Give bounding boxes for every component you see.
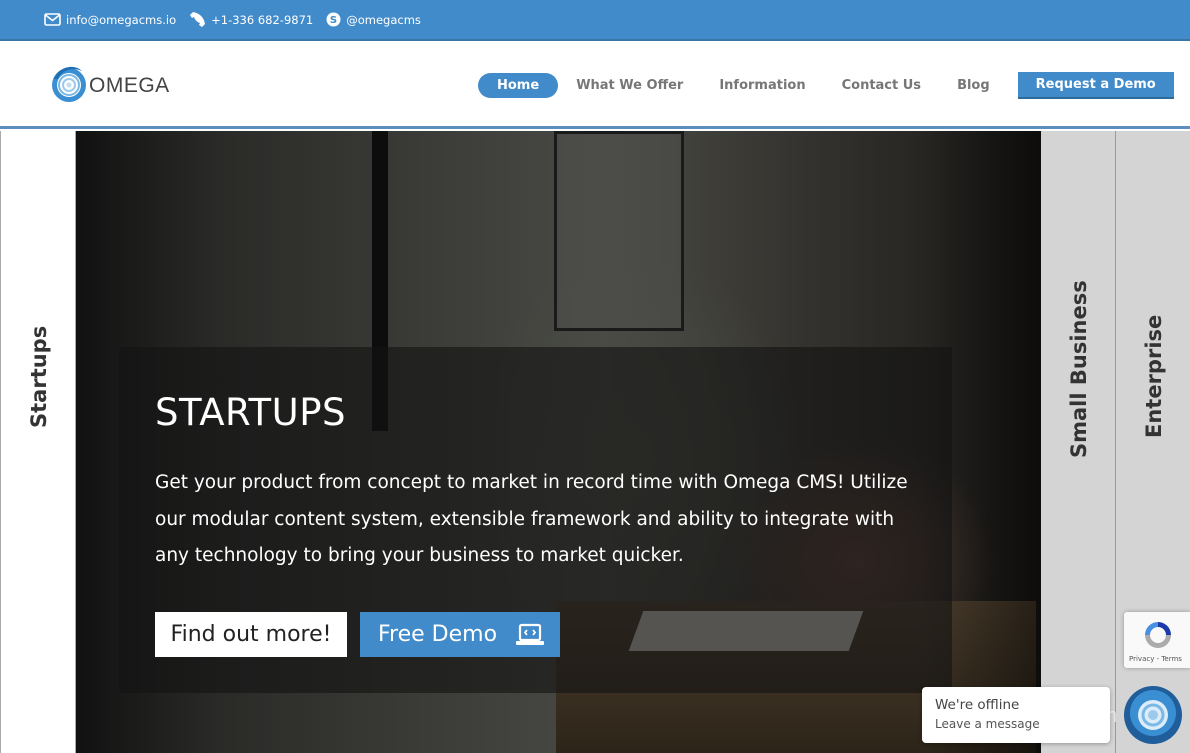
email-text: info@omegacms.io xyxy=(66,12,177,27)
omega-swirl-icon xyxy=(50,63,88,109)
nav-home[interactable]: Home xyxy=(478,73,559,98)
laptop-code-icon xyxy=(515,623,545,647)
hero-photo-detail xyxy=(554,131,684,331)
phone-text: +1-336 682-9871 xyxy=(211,12,314,27)
recaptcha-badge[interactable]: Privacy - Terms xyxy=(1124,612,1190,668)
hero-overlay: STARTUPS Get your product from concept t… xyxy=(119,347,952,693)
envelope-icon xyxy=(44,13,61,26)
contact-bar: info@omegacms.io +1-336 682-9871 S @omeg… xyxy=(0,0,1190,41)
nav-contact-us[interactable]: Contact Us xyxy=(842,73,921,98)
main-nav: Home What We Offer Information Contact U… xyxy=(478,72,1174,99)
brand-name: OMEGA xyxy=(89,74,170,97)
request-demo-button[interactable]: Request a Demo xyxy=(1017,72,1174,99)
hero-description: Get your product from concept to market … xyxy=(155,472,908,566)
watermark: Revain xyxy=(1055,705,1118,727)
find-out-more-button[interactable]: Find out more! xyxy=(155,612,347,657)
hero-title: STARTUPS xyxy=(155,391,347,434)
email-contact[interactable]: info@omegacms.io xyxy=(44,13,176,27)
find-out-more-label: Find out more! xyxy=(170,622,332,647)
hero-section: STARTUPS Get your product from concept t… xyxy=(76,131,1041,753)
recaptcha-links[interactable]: Privacy - Terms xyxy=(1129,655,1182,663)
svg-text:S: S xyxy=(330,15,337,26)
free-demo-button[interactable]: Free Demo xyxy=(360,612,560,657)
nav-what-we-offer[interactable]: What We Offer xyxy=(576,73,683,98)
tab-startups-label: Startups xyxy=(27,325,51,428)
skype-text: @omegacms xyxy=(346,12,421,27)
tab-enterprise-label: Enterprise xyxy=(1142,314,1166,438)
recaptcha-icon xyxy=(1141,618,1175,656)
chat-launcher-button[interactable] xyxy=(1124,686,1182,744)
site-header: OMEGA Home What We Offer Information Con… xyxy=(0,41,1190,129)
logo[interactable]: OMEGA xyxy=(50,63,170,109)
tab-small-business[interactable]: Small Business xyxy=(1041,131,1116,753)
tab-startups[interactable]: Startups xyxy=(0,131,76,753)
tab-small-business-label: Small Business xyxy=(1067,280,1091,458)
nav-information[interactable]: Information xyxy=(719,73,805,98)
phone-icon xyxy=(189,11,206,28)
skype-contact[interactable]: S @omegacms xyxy=(326,12,421,27)
omega-swirl-icon xyxy=(1128,688,1178,742)
skype-icon: S xyxy=(326,12,341,27)
free-demo-label: Free Demo xyxy=(378,622,498,647)
nav-blog[interactable]: Blog xyxy=(957,73,990,98)
phone-contact[interactable]: +1-336 682-9871 xyxy=(189,11,313,28)
